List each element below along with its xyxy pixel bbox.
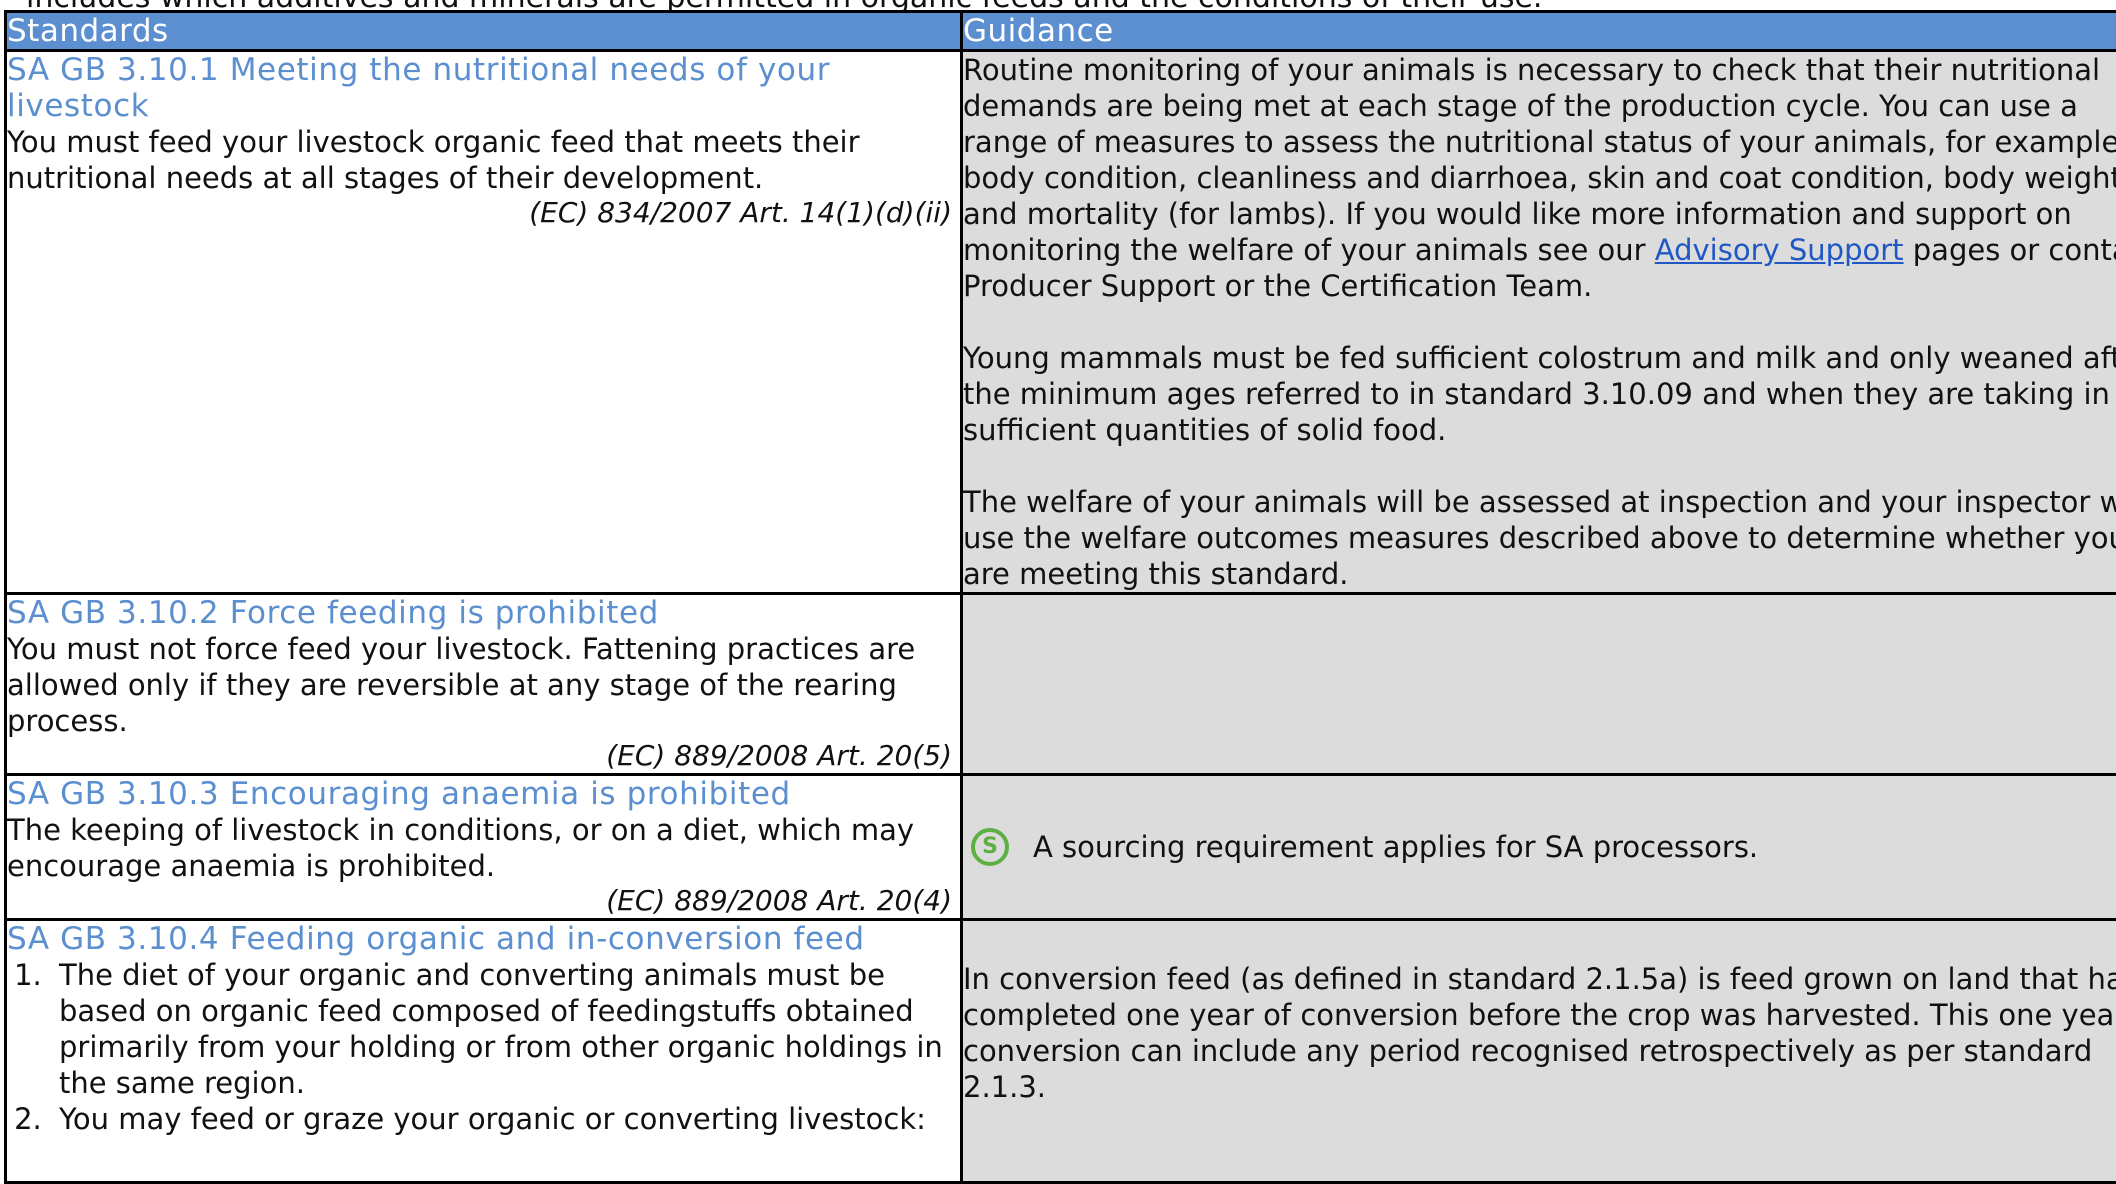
standard-text: You must feed your livestock organic fee…	[7, 124, 960, 196]
regulation-reference: (EC) 834/2007 Art. 14(1)(d)(ii)	[7, 196, 960, 230]
standard-text: The keeping of livestock in conditions, …	[7, 812, 960, 884]
guidance-column-header: Guidance	[962, 12, 2116, 51]
guidance-cell-empty	[962, 594, 2116, 775]
guidance-paragraph: Routine monitoring of your animals is ne…	[963, 52, 2116, 304]
list-item: The diet of your organic and converting …	[51, 957, 960, 1101]
table-row: SA GB 3.10.2 Force feeding is prohibited…	[6, 594, 2116, 775]
table-row: SA GB 3.10.4 Feeding organic and in-conv…	[6, 920, 2116, 1183]
regulation-reference: (EC) 889/2008 Art. 20(5)	[7, 739, 960, 773]
standards-column-header: Standards	[6, 12, 962, 51]
standard-title: SA GB 3.10.1 Meeting the nutritional nee…	[7, 52, 960, 124]
list-item: You may feed or graze your organic or co…	[51, 1101, 960, 1137]
guidance-cell: S A sourcing requirement applies for SA …	[962, 775, 2116, 920]
standard-cell: SA GB 3.10.4 Feeding organic and in-conv…	[6, 920, 962, 1183]
standard-item-list: The diet of your organic and converting …	[7, 957, 960, 1137]
guidance-cell: In conversion feed (as defined in standa…	[962, 920, 2116, 1183]
standard-title: SA GB 3.10.2 Force feeding is prohibited	[7, 595, 960, 631]
cut-off-intro-text: includes which additives and minerals ar…	[0, 0, 2116, 10]
standard-cell: SA GB 3.10.2 Force feeding is prohibited…	[6, 594, 962, 775]
standard-cell: SA GB 3.10.1 Meeting the nutritional nee…	[6, 51, 962, 594]
guidance-cell: Routine monitoring of your animals is ne…	[962, 51, 2116, 594]
regulation-reference: (EC) 889/2008 Art. 20(4)	[7, 884, 960, 918]
guidance-paragraph: Young mammals must be fed sufficient col…	[963, 340, 2116, 448]
table-row: SA GB 3.10.1 Meeting the nutritional nee…	[6, 51, 2116, 594]
guidance-paragraph: The welfare of your animals will be asse…	[963, 484, 2116, 592]
table-row: SA GB 3.10.3 Encouraging anaemia is proh…	[6, 775, 2116, 920]
standard-title: SA GB 3.10.4 Feeding organic and in-conv…	[7, 921, 960, 957]
advisory-support-link[interactable]: Advisory Support	[1655, 233, 1904, 267]
guidance-paragraph: In conversion feed (as defined in standa…	[963, 961, 2116, 1105]
standards-table: Standards Guidance SA GB 3.10.1 Meeting …	[4, 10, 2116, 1184]
sourcing-note: S A sourcing requirement applies for SA …	[963, 828, 2116, 866]
table-header-row: Standards Guidance	[6, 12, 2116, 51]
standard-title: SA GB 3.10.3 Encouraging anaemia is proh…	[7, 776, 960, 812]
standard-cell: SA GB 3.10.3 Encouraging anaemia is proh…	[6, 775, 962, 920]
sourcing-s-icon: S	[971, 828, 1009, 866]
standard-text: You must not force feed your livestock. …	[7, 631, 960, 739]
sourcing-note-text: A sourcing requirement applies for SA pr…	[1033, 829, 1758, 865]
